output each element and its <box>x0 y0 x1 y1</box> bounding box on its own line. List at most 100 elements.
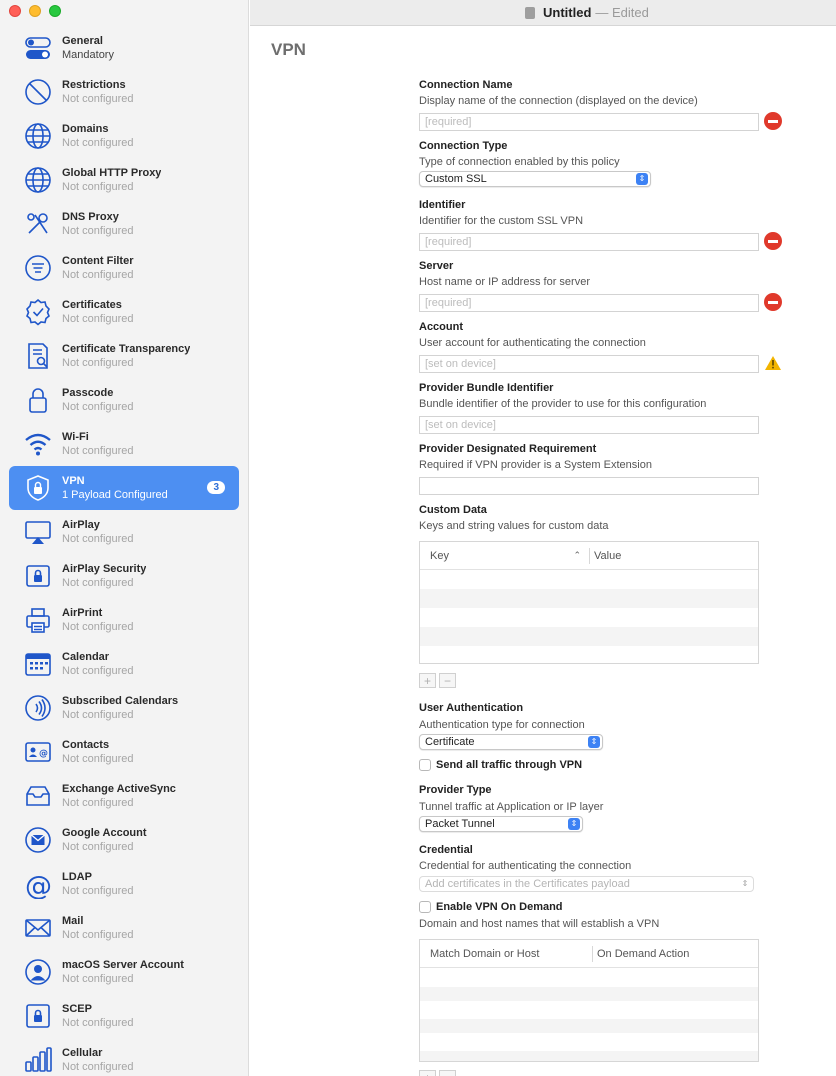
broadcast-icon <box>22 692 54 724</box>
sidebar-item-status: Not configured <box>62 137 134 149</box>
sidebar-item-label: macOS Server Account <box>62 959 184 971</box>
sidebar-item-contacts[interactable]: @ Contacts Not configured <box>9 730 239 774</box>
sidebar-item-certificate-transparency[interactable]: Certificate Transparency Not configured <box>9 334 239 378</box>
minimize-window-button[interactable] <box>29 5 41 17</box>
sidebar-item-domains[interactable]: Domains Not configured <box>9 114 239 158</box>
lock-icon <box>22 384 54 416</box>
table-header: Key ⌃ Value <box>420 542 758 570</box>
connection-type-select[interactable]: Custom SSL ⇕ <box>419 171 651 187</box>
table-row <box>420 570 758 589</box>
sidebar-item-status: Not configured <box>62 665 134 677</box>
sidebar-item-google-account[interactable]: Google Account Not configured <box>9 818 239 862</box>
add-row-button[interactable]: + <box>419 673 436 688</box>
no-entry-icon <box>22 76 54 108</box>
on-demand-row[interactable]: Enable VPN On Demand <box>419 901 563 913</box>
sidebar-item-text: VPN 1 Payload Configured <box>62 474 168 502</box>
table-row <box>420 1019 758 1033</box>
sidebar-item-label: Global HTTP Proxy <box>62 167 162 179</box>
user-auth-select[interactable]: Certificate ⇕ <box>419 734 603 750</box>
identifier-field[interactable]: [required] <box>419 233 759 251</box>
sidebar-item-status: Not configured <box>62 885 134 897</box>
chevron-updown-icon: ⇕ <box>741 879 749 888</box>
sidebar-item-text: Domains Not configured <box>62 122 134 150</box>
sidebar-item-certificates[interactable]: Certificates Not configured <box>9 290 239 334</box>
sidebar-item-calendar[interactable]: Calendar Not configured <box>9 642 239 686</box>
on-demand-checkbox[interactable] <box>419 901 431 913</box>
sidebar-item-general[interactable]: General Mandatory <box>9 26 239 70</box>
sidebar-item-restrictions[interactable]: Restrictions Not configured <box>9 70 239 114</box>
table-row <box>420 987 758 1001</box>
add-rule-button[interactable]: + <box>419 1070 436 1076</box>
sidebar-item-label: VPN <box>62 475 85 487</box>
sidebar-item-ldap[interactable]: @ LDAP Not configured <box>9 862 239 906</box>
envelope-icon <box>22 912 54 944</box>
send-all-traffic-checkbox[interactable] <box>419 759 431 771</box>
value-column-header[interactable]: Value <box>589 542 758 569</box>
sidebar-item-text: Passcode Not configured <box>62 386 134 414</box>
provider-bundle-field[interactable]: [set on device] <box>419 416 759 434</box>
sidebar-item-status: Not configured <box>62 577 134 589</box>
send-all-traffic-row[interactable]: Send all traffic through VPN <box>419 759 582 771</box>
sidebar-item-wi-fi[interactable]: Wi-Fi Not configured <box>9 422 239 466</box>
sidebar-item-vpn[interactable]: VPN 1 Payload Configured 3 <box>9 466 239 510</box>
sidebar-item-cellular[interactable]: Cellular Not configured <box>9 1038 239 1076</box>
table-header: Match Domain or Host On Demand Action <box>420 940 758 968</box>
connection-name-field[interactable]: [required] <box>419 113 759 131</box>
sidebar-item-label: Content Filter <box>62 255 134 267</box>
action-column-header[interactable]: On Demand Action <box>592 940 758 967</box>
table-row <box>420 968 758 987</box>
certificate-icon <box>22 296 54 328</box>
sidebar-item-global-http-proxy[interactable]: Global HTTP Proxy Not configured <box>9 158 239 202</box>
connection-type-value: Custom SSL <box>425 173 487 185</box>
sidebar-item-subscribed-calendars[interactable]: Subscribed Calendars Not configured <box>9 686 239 730</box>
sort-ascending-icon: ⌃ <box>573 550 582 560</box>
match-column-label: Match Domain or Host <box>430 947 540 960</box>
on-demand-controls: + − <box>419 1070 456 1076</box>
required-icon <box>764 293 782 311</box>
table-row <box>420 627 758 646</box>
custom-data-table[interactable]: Key ⌃ Value <box>419 541 759 664</box>
server-field[interactable]: [required] <box>419 294 759 312</box>
credential-value: Add certificates in the Certificates pay… <box>425 878 630 890</box>
svg-text:@: @ <box>39 749 48 759</box>
sidebar-item-macos-server-account[interactable]: macOS Server Account Not configured <box>9 950 239 994</box>
server-label: Server <box>419 260 454 272</box>
key-column-header[interactable]: Key ⌃ <box>420 542 589 569</box>
account-label: Account <box>419 321 463 333</box>
sidebar-item-airplay[interactable]: AirPlay Not configured <box>9 510 239 554</box>
remove-rule-button[interactable]: − <box>439 1070 456 1076</box>
remove-row-button[interactable]: − <box>439 673 456 688</box>
account-field[interactable]: [set on device] <box>419 355 759 373</box>
match-column-header[interactable]: Match Domain or Host <box>420 940 592 967</box>
sidebar-item-content-filter[interactable]: Content Filter Not configured <box>9 246 239 290</box>
sidebar-item-text: macOS Server Account Not configured <box>62 958 184 986</box>
sidebar-item-passcode[interactable]: Passcode Not configured <box>9 378 239 422</box>
account-desc: User account for authenticating the conn… <box>419 337 646 349</box>
close-window-button[interactable] <box>9 5 21 17</box>
sidebar-item-status: Not configured <box>62 93 134 105</box>
window-controls <box>9 5 61 17</box>
send-all-traffic-label: Send all traffic through VPN <box>436 759 583 771</box>
table-row <box>420 1051 758 1061</box>
mail-circle-icon <box>22 824 54 856</box>
sidebar-item-status: Not configured <box>62 401 134 413</box>
sidebar-item-exchange-activesync[interactable]: Exchange ActiveSync Not configured <box>9 774 239 818</box>
globe-icon <box>22 164 54 196</box>
payload-count-badge: 3 <box>207 481 225 494</box>
sidebar-item-text: Cellular Not configured <box>62 1046 134 1074</box>
zoom-window-button[interactable] <box>49 5 61 17</box>
sidebar-item-status: Not configured <box>62 797 134 809</box>
provider-type-select[interactable]: Packet Tunnel ⇕ <box>419 816 583 832</box>
on-demand-table[interactable]: Match Domain or Host On Demand Action <box>419 939 759 1062</box>
sidebar-item-text: Exchange ActiveSync Not configured <box>62 782 176 810</box>
user-auth-value: Certificate <box>425 736 475 748</box>
sidebar-item-scep[interactable]: SCEP Not configured <box>9 994 239 1038</box>
sidebar-item-status: Not configured <box>62 621 134 633</box>
sidebar-item-mail[interactable]: Mail Not configured <box>9 906 239 950</box>
provider-req-field[interactable] <box>419 477 759 495</box>
sidebar-item-airplay-security[interactable]: AirPlay Security Not configured <box>9 554 239 598</box>
credential-select[interactable]: Add certificates in the Certificates pay… <box>419 876 754 892</box>
server-desc: Host name or IP address for server <box>419 276 590 288</box>
sidebar-item-airprint[interactable]: AirPrint Not configured <box>9 598 239 642</box>
sidebar-item-dns-proxy[interactable]: DNS Proxy Not configured <box>9 202 239 246</box>
